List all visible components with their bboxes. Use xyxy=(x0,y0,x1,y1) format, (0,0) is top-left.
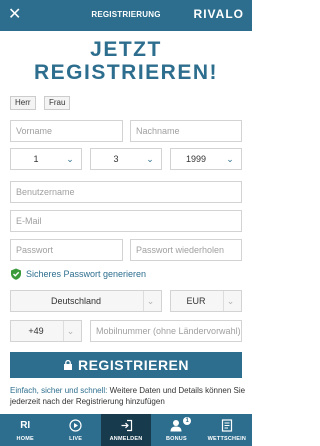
lastname-input[interactable] xyxy=(136,121,241,141)
birth-month-select[interactable]: 3 ⌄ xyxy=(90,148,162,170)
firstname-field[interactable] xyxy=(10,120,123,142)
username-input[interactable] xyxy=(16,182,241,202)
lock-icon xyxy=(63,360,72,370)
email-field[interactable] xyxy=(10,210,242,232)
birth-day-value: 1 xyxy=(33,154,39,164)
birth-day-select[interactable]: 1 ⌄ xyxy=(10,148,82,170)
tab-bonus-label: BONUS xyxy=(165,436,187,442)
phone-prefix-select[interactable]: +49 ⌄ xyxy=(10,320,82,342)
tab-wettschein[interactable]: WETTSCHEIN xyxy=(202,414,252,446)
birth-year-select[interactable]: 1999 ⌄ xyxy=(170,148,242,170)
home-logo-icon: RI xyxy=(20,420,31,431)
username-field[interactable] xyxy=(10,181,242,203)
country-value: Deutschland xyxy=(50,296,102,306)
lastname-field[interactable] xyxy=(130,120,242,142)
chevron-down-icon: ⌄ xyxy=(143,291,157,311)
email-input[interactable] xyxy=(16,211,241,231)
mobile-input[interactable] xyxy=(96,321,241,341)
chevron-down-icon: ⌄ xyxy=(66,154,74,164)
gender-frau-button[interactable]: Frau xyxy=(44,96,71,110)
gender-herr-button[interactable]: Herr xyxy=(10,96,36,110)
chevron-down-icon: ⌄ xyxy=(226,154,234,164)
tab-live-label: LIVE xyxy=(69,436,83,442)
phone-prefix-value: +49 xyxy=(28,326,44,336)
password-repeat-input[interactable] xyxy=(136,240,241,260)
birth-month-value: 3 xyxy=(113,154,119,164)
chevron-down-icon: ⌄ xyxy=(63,321,77,341)
user-icon xyxy=(151,419,201,433)
chevron-down-icon: ⌄ xyxy=(223,291,237,311)
register-button[interactable]: REGISTRIEREN xyxy=(10,352,242,378)
mobile-field[interactable] xyxy=(90,320,242,342)
generate-password-link[interactable]: Sicheres Passwort generieren xyxy=(26,269,146,279)
birth-year-value: 1999 xyxy=(185,154,207,164)
info-note-emphasis: Einfach, sicher und schnell: xyxy=(10,386,108,395)
top-bar: ✕ REGISTRIERUNG RIVALO xyxy=(0,0,252,31)
tab-anmelden[interactable]: ANMELDEN xyxy=(100,414,152,446)
password-field[interactable] xyxy=(10,239,123,261)
currency-select[interactable]: EUR ⌄ xyxy=(170,290,242,312)
info-note: Einfach, sicher und schnell: Weitere Dat… xyxy=(10,385,246,407)
password-input[interactable] xyxy=(16,240,122,260)
password-repeat-field[interactable] xyxy=(130,239,242,261)
tab-wettschein-label: WETTSCHEIN xyxy=(207,436,247,442)
tab-anmelden-label: ANMELDEN xyxy=(109,436,143,442)
register-button-label: REGISTRIEREN xyxy=(77,357,189,373)
firstname-input[interactable] xyxy=(16,121,122,141)
rivalo-logo: RIVALO xyxy=(193,7,244,21)
bottom-tab-bar: RI HOME LIVE ANMELDEN 1 BONUS WETTSCHEIN xyxy=(0,414,252,446)
heading-line1: JETZT xyxy=(90,38,162,61)
tab-bonus[interactable]: 1 BONUS xyxy=(151,414,201,446)
ticket-icon xyxy=(202,419,252,433)
country-select[interactable]: Deutschland ⌄ xyxy=(10,290,162,312)
tab-live[interactable]: LIVE xyxy=(50,414,100,446)
tab-home-label: HOME xyxy=(16,436,34,442)
currency-value: EUR xyxy=(186,296,206,306)
play-icon xyxy=(50,419,100,433)
heading-line2: REGISTRIEREN! xyxy=(33,61,218,84)
chevron-down-icon: ⌄ xyxy=(146,154,154,164)
shield-check-icon xyxy=(11,268,21,280)
login-icon xyxy=(101,419,151,433)
tab-home[interactable]: RI HOME xyxy=(0,414,50,446)
